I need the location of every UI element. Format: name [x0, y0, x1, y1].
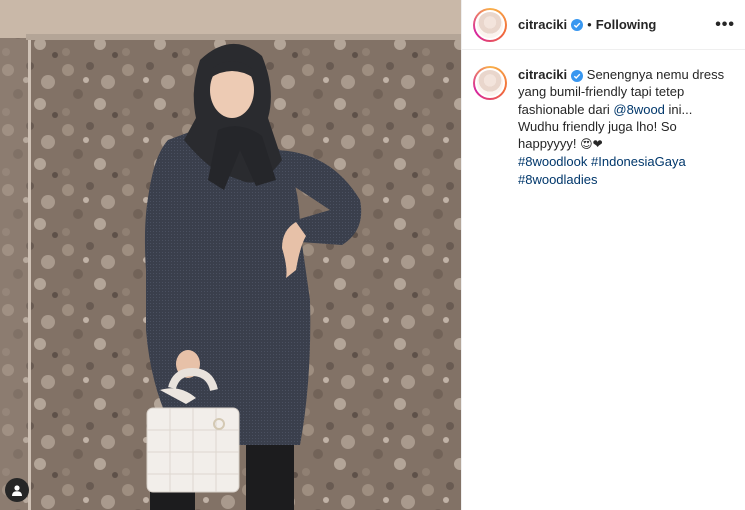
emoji-heart-eyes-heart: 😍❤ [580, 137, 603, 152]
username-link[interactable]: citraciki [518, 17, 567, 32]
hashtag-link[interactable]: #8woodladies [518, 172, 598, 187]
separator-dot: • [587, 17, 592, 32]
avatar[interactable] [473, 66, 507, 100]
avatar[interactable] [473, 7, 507, 42]
verified-badge-icon [571, 70, 584, 82]
caption-text: citraciki Senengnya nemu dress yang bumi… [518, 66, 735, 188]
post-header: citraciki • Following ••• [462, 0, 745, 50]
caption-comment: citraciki Senengnya nemu dress yang bumi… [462, 50, 745, 188]
more-options-icon[interactable]: ••• [715, 16, 735, 33]
mention-link[interactable]: @8wood [613, 102, 665, 117]
verified-badge-icon [571, 18, 584, 31]
caption-username-link[interactable]: citraciki [518, 67, 567, 82]
following-button[interactable]: Following [596, 17, 657, 32]
hashtag-link[interactable]: #8woodlook [518, 154, 587, 169]
hashtag-link[interactable]: #IndonesiaGaya [591, 154, 686, 169]
user-tag-button[interactable] [5, 478, 29, 502]
post-sidebar: citraciki • Following ••• citraciki Sene… [461, 0, 745, 510]
user-tag-icon [12, 485, 22, 496]
post-photo[interactable] [0, 0, 461, 510]
post-image [0, 0, 461, 510]
